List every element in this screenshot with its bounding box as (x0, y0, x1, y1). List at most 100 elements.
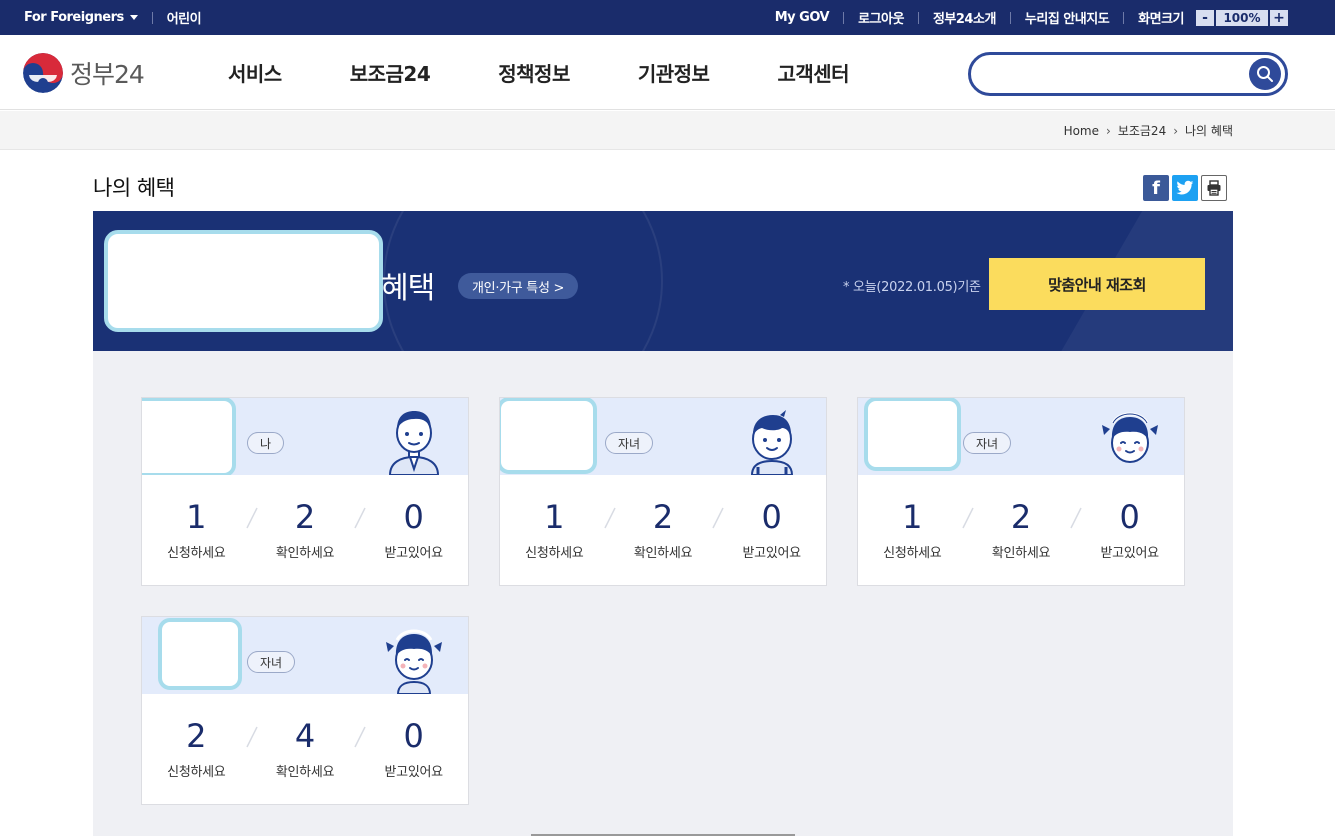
print-button[interactable] (1201, 175, 1227, 201)
search-input[interactable] (987, 61, 1247, 87)
zoom-out-button[interactable]: - (1196, 9, 1214, 26)
recheck-guidance-button[interactable]: 맞춤안내 재조회 (989, 258, 1205, 310)
about-link[interactable]: 정부24소개 (933, 8, 996, 27)
gov24-logo[interactable]: 정부24 (23, 53, 145, 93)
card-header: 자녀 (142, 617, 468, 694)
member-card[interactable]: 나 1 신청하세요 2 확인하세요 0 받고있어요 (141, 397, 469, 586)
share-tools: f (1140, 175, 1227, 201)
stat-receiving-count: 0 (1119, 498, 1140, 536)
stat-receiving[interactable]: 0 받고있어요 (717, 498, 826, 561)
sitemap-link[interactable]: 누리집 안내지도 (1025, 8, 1110, 27)
stat-apply-label: 신청하세요 (883, 546, 942, 561)
zoom-value: 100% (1216, 9, 1268, 26)
taegeuk-logo-icon (23, 53, 63, 93)
stat-check-count: 4 (294, 717, 316, 755)
card-stats: 1 신청하세요 2 확인하세요 0 받고있어요 (858, 498, 1184, 561)
stat-apply-label: 신청하세요 (525, 546, 584, 561)
my-gov-link[interactable]: My GOV (775, 10, 830, 25)
role-badge: 나 (247, 432, 285, 454)
nav-policy-info[interactable]: 정책정보 (498, 58, 570, 87)
stat-receiving-count: 0 (403, 717, 424, 755)
member-card[interactable]: 자녀 1 신청하세요 2 확인하세요 0 받고있어요 (857, 397, 1185, 586)
screen-size-label: 화면크기 (1138, 12, 1184, 27)
page-title: 나의 혜택 (93, 176, 175, 200)
girl-avatar-icon (1102, 412, 1158, 463)
search-icon (1257, 66, 1273, 82)
stat-receiving-count: 0 (761, 498, 782, 536)
chevron-right-icon: › (1106, 123, 1111, 138)
stat-apply-count: 1 (186, 498, 207, 536)
printer-icon (1207, 180, 1221, 196)
breadcrumb-current: 나의 혜택 (1185, 124, 1233, 138)
zoom-in-button[interactable]: + (1270, 9, 1288, 26)
divider (1123, 11, 1125, 24)
site-header: 정부24 서비스 보조금24 정책정보 기관정보 고객센터 (0, 35, 1335, 110)
breadcrumb-subsidy24[interactable]: 보조금24 (1118, 122, 1166, 139)
girl-avatar-icon (386, 629, 442, 694)
stat-receiving-label: 받고있어요 (384, 546, 444, 561)
caret-down-icon (129, 15, 138, 20)
role-badge: 자녀 (963, 432, 1012, 454)
banner-title-suffix: 혜택 (381, 271, 435, 306)
nav-agency-info[interactable]: 기관정보 (638, 58, 710, 87)
stat-receiving[interactable]: 0 받고있어요 (1075, 498, 1184, 561)
card-stats: 1 신청하세요 2 확인하세요 0 받고있어요 (142, 498, 468, 561)
stat-receiving-count: 0 (403, 498, 424, 536)
benefit-cards-area: 나 1 신청하세요 2 확인하세요 0 받고있어요 자녀 1 신청하세요 2 확… (93, 351, 1233, 836)
redacted-member-name (500, 398, 597, 474)
stat-receiving-label: 받고있어요 (384, 765, 444, 780)
stat-check[interactable]: 2 확인하세요 (967, 498, 1083, 561)
stat-apply[interactable]: 1 신청하세요 (858, 498, 974, 561)
stat-check-label: 확인하세요 (275, 546, 335, 561)
breadcrumb-home[interactable]: Home (1064, 124, 1099, 138)
nav-subsidy24[interactable]: 보조금24 (350, 58, 431, 87)
logo-text: 정부24 (70, 60, 145, 89)
search-button[interactable] (1249, 58, 1281, 90)
adult-male-avatar-icon (388, 411, 440, 475)
reference-date: * 오늘(2022.01.05)기준 (843, 280, 981, 295)
divider (843, 11, 845, 24)
stat-receiving-label: 받고있어요 (1100, 546, 1160, 561)
kids-link[interactable]: 어린이 (167, 8, 202, 27)
utility-bar: For Foreigners 어린이 My GOV 로그아웃 정부24소개 누리… (0, 0, 1335, 35)
for-foreigners-dropdown[interactable]: For Foreigners (24, 10, 138, 25)
card-stats: 1 신청하세요 2 확인하세요 0 받고있어요 (500, 498, 826, 561)
nav-services[interactable]: 서비스 (228, 58, 282, 87)
card-header: 자녀 (500, 398, 826, 475)
member-card[interactable]: 자녀 2 신청하세요 4 확인하세요 0 받고있어요 (141, 616, 469, 805)
logout-link[interactable]: 로그아웃 (858, 8, 904, 27)
nav-customer-center[interactable]: 고객센터 (777, 58, 849, 87)
stat-check[interactable]: 2 확인하세요 (609, 498, 725, 561)
stat-check-label: 확인하세요 (633, 546, 693, 561)
divider (917, 11, 919, 24)
household-traits-button[interactable]: 개인·가구 특성 > (458, 273, 579, 299)
member-card[interactable]: 자녀 1 신청하세요 2 확인하세요 0 받고있어요 (499, 397, 827, 586)
role-badge: 자녀 (605, 432, 654, 454)
card-header: 자녀 (858, 398, 1184, 475)
breadcrumb-band: Home › 보조금24 › 나의 혜택 (0, 111, 1335, 150)
twitter-share-button[interactable] (1172, 175, 1198, 201)
stat-receiving[interactable]: 0 받고있어요 (359, 717, 468, 780)
card-stats: 2 신청하세요 4 확인하세요 0 받고있어요 (142, 717, 468, 780)
stat-receiving-label: 받고있어요 (742, 546, 802, 561)
stat-apply[interactable]: 1 신청하세요 (142, 498, 258, 561)
redacted-member-name (142, 398, 236, 475)
stat-check[interactable]: 4 확인하세요 (251, 717, 367, 780)
search-box (968, 52, 1288, 96)
redacted-member-name (158, 618, 242, 690)
facebook-share-button[interactable]: f (1143, 175, 1169, 201)
redacted-member-name (864, 398, 961, 471)
stat-apply-count: 1 (544, 498, 565, 536)
twitter-icon (1176, 180, 1194, 195)
stat-check[interactable]: 2 확인하세요 (251, 498, 367, 561)
role-badge: 자녀 (247, 651, 296, 673)
boy-avatar-icon (750, 410, 794, 475)
stat-apply[interactable]: 2 신청하세요 (142, 717, 258, 780)
divider (151, 11, 153, 24)
stat-receiving[interactable]: 0 받고있어요 (359, 498, 468, 561)
stat-apply-count: 1 (902, 498, 923, 536)
stat-apply[interactable]: 1 신청하세요 (500, 498, 616, 561)
stat-check-count: 2 (294, 498, 316, 536)
stat-check-label: 확인하세요 (991, 546, 1051, 561)
for-foreigners-label: For Foreigners (24, 10, 124, 25)
